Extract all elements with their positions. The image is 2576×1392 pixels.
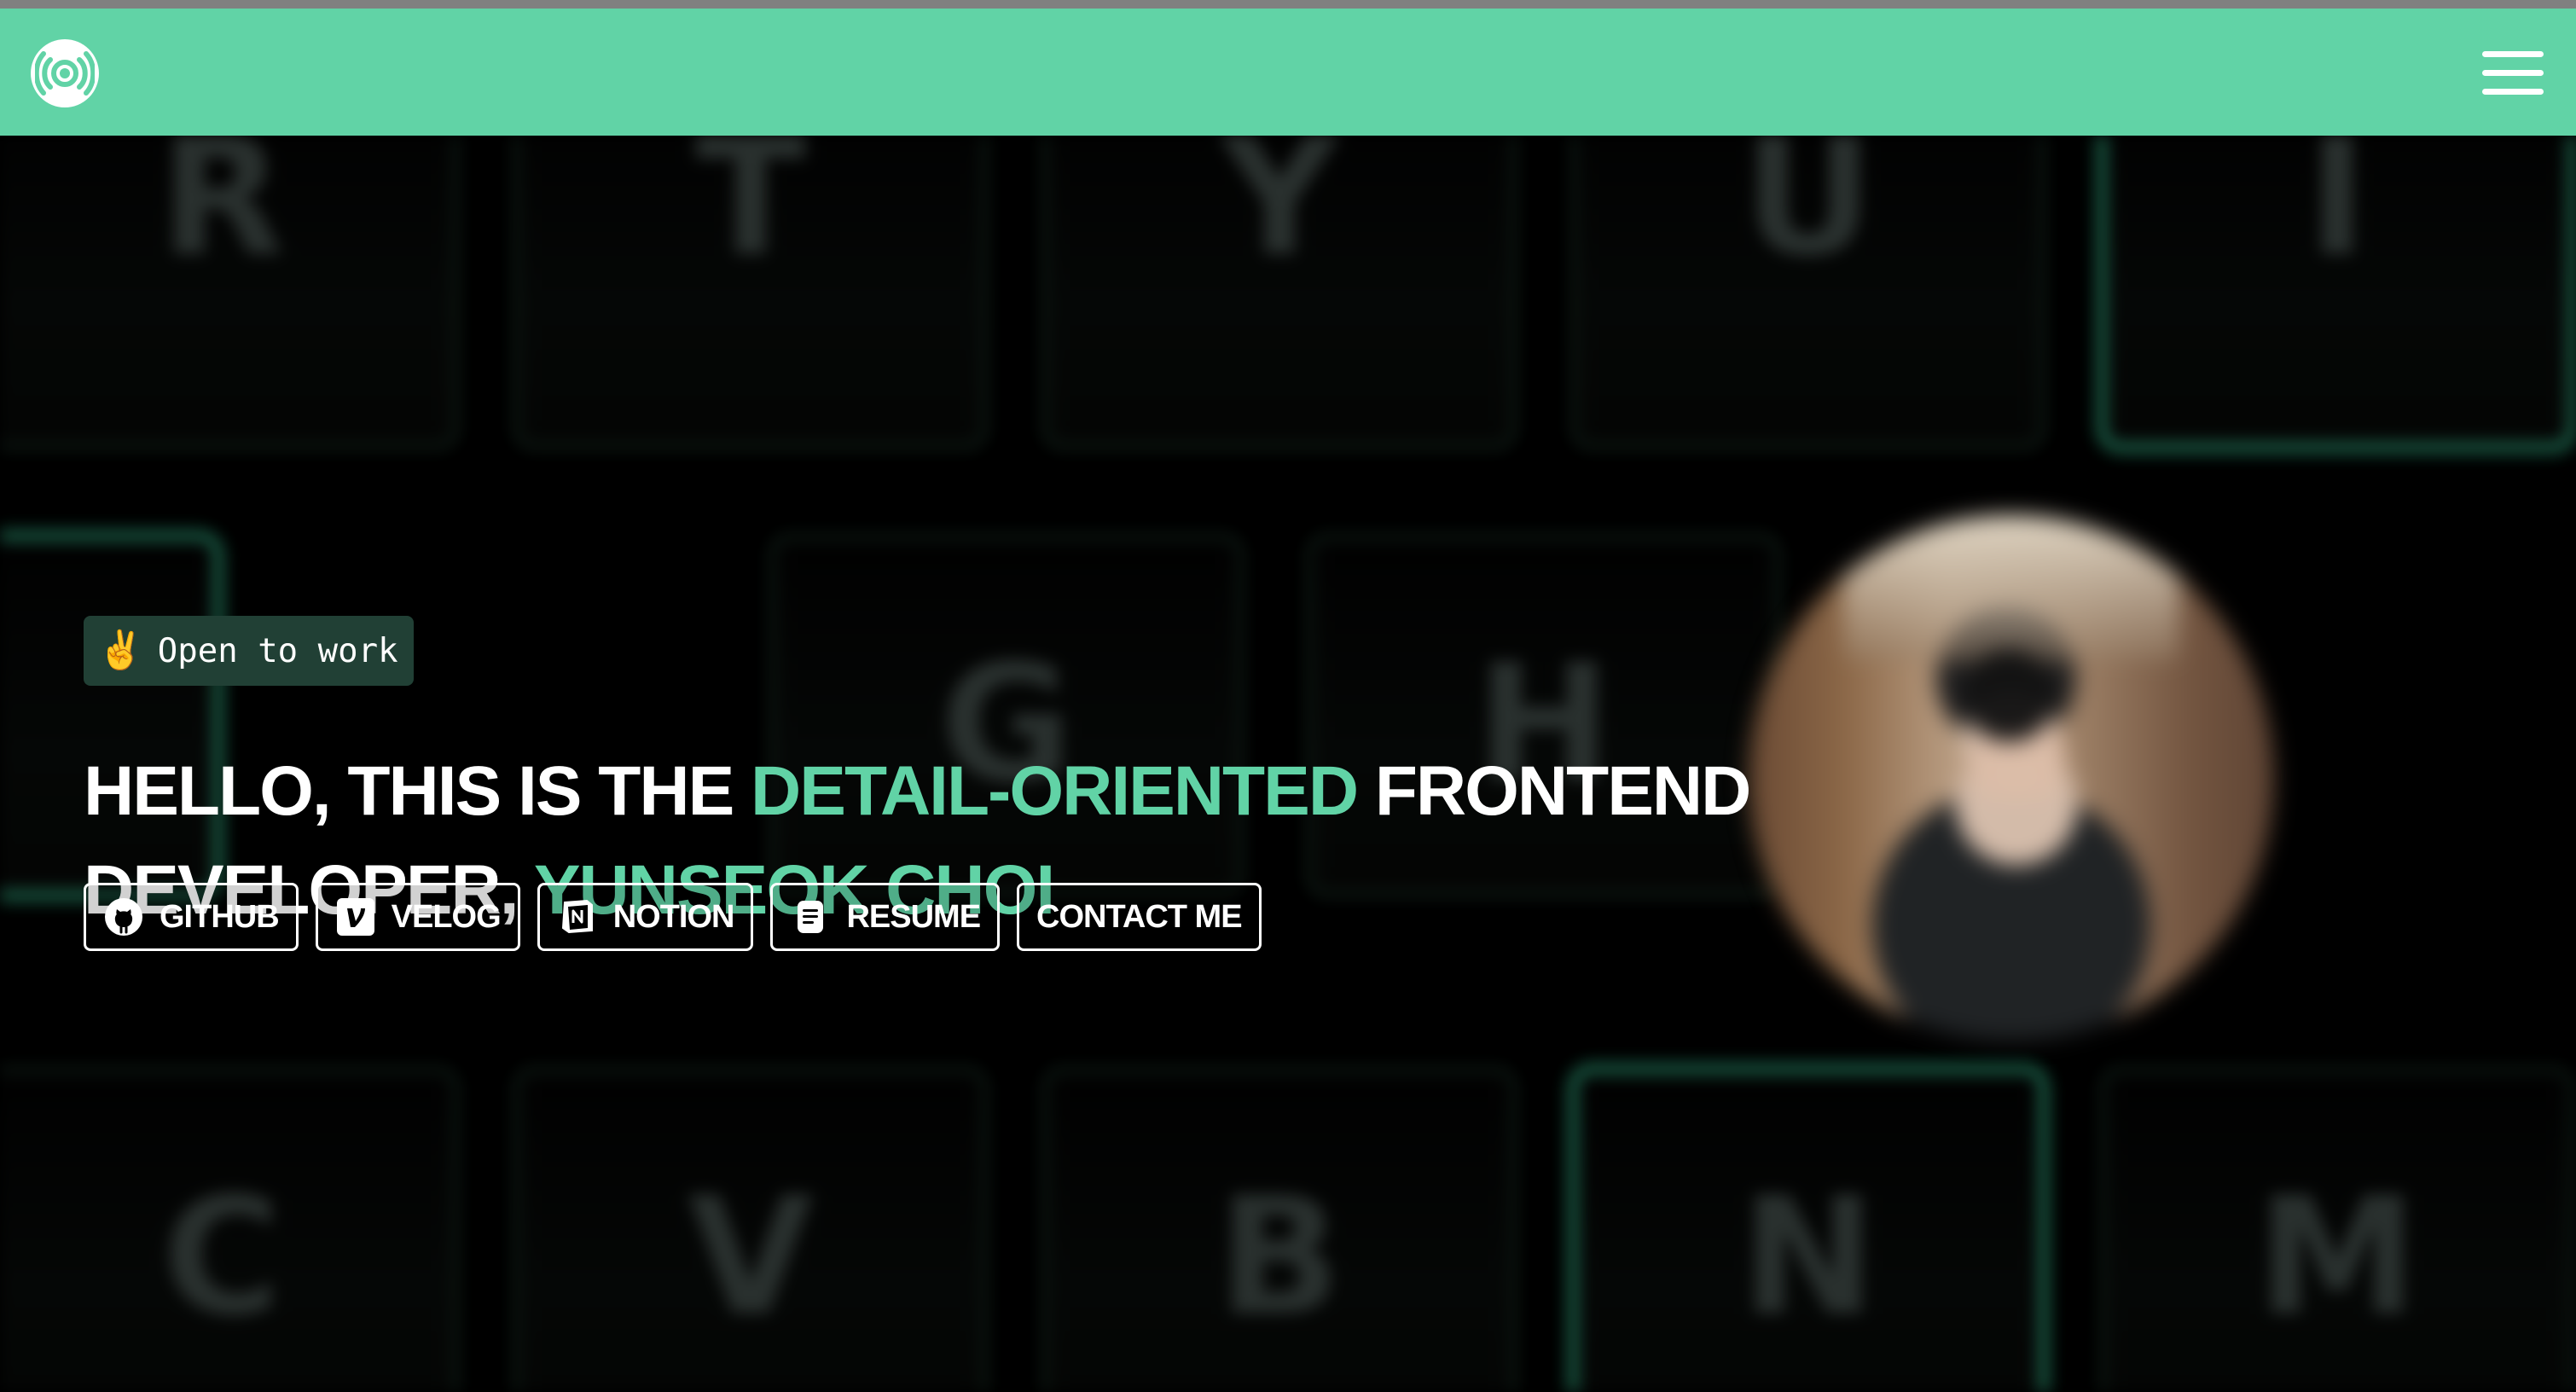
hamburger-line-middle [2482,70,2544,76]
github-label: GITHUB [160,899,280,935]
open-to-work-badge: ✌️ Open to work [84,616,414,686]
notion-button[interactable]: NOTION [537,883,754,951]
headline-line-1-suffix: FRONTEND [1357,751,1752,830]
window-top-strip [0,0,2576,9]
github-button[interactable]: GITHUB [84,883,299,951]
document-icon [790,896,831,937]
keyboard-key-y: Y [1041,136,1518,451]
top-navigation-bar [0,9,2576,136]
portfolio-page: R T Y U I G H C V B N M ✌️ Open to work … [0,0,2576,1392]
broadcast-icon [35,51,95,96]
hamburger-line-top [2482,51,2544,57]
keyboard-key-u: U [1569,136,2047,451]
keyboard-key-n: N [1569,1065,2047,1392]
notion-icon [557,896,598,937]
github-icon [103,896,144,937]
headline-line-1-prefix: HELLO, THIS IS THE [84,751,751,830]
resume-button[interactable]: RESUME [770,883,1001,951]
home-logo[interactable] [31,39,99,107]
headline-line-1: HELLO, THIS IS THE DETAIL-ORIENTED FRONT… [84,742,1751,841]
notion-label: NOTION [612,899,735,935]
resume-label: RESUME [846,899,981,935]
social-links: GITHUB VELOG NOTION RESUME CONTACT ME [84,883,1262,951]
headline-detail-oriented: DETAIL-ORIENTED [751,751,1359,830]
keyboard-key-b: B [1041,1065,1518,1392]
keyboard-key-m: M [2098,1065,2576,1392]
profile-photo [1749,515,2274,1041]
velog-button[interactable]: VELOG [315,883,520,951]
menu-button[interactable] [2482,49,2544,97]
keyboard-key-i: I [2098,136,2576,451]
victory-hand-icon: ✌️ [97,629,144,672]
badge-label: Open to work [157,631,398,670]
hamburger-line-bottom [2482,89,2544,95]
contact-me-button[interactable]: CONTACT ME [1017,883,1262,951]
contact-me-label: CONTACT ME [1036,899,1242,935]
velog-label: VELOG [391,899,502,935]
keyboard-key-t: T [512,136,989,451]
keyboard-key-c: C [0,1065,461,1392]
keyboard-key-r: R [0,136,461,451]
keyboard-key-v: V [512,1065,989,1392]
velog-icon [335,896,376,937]
